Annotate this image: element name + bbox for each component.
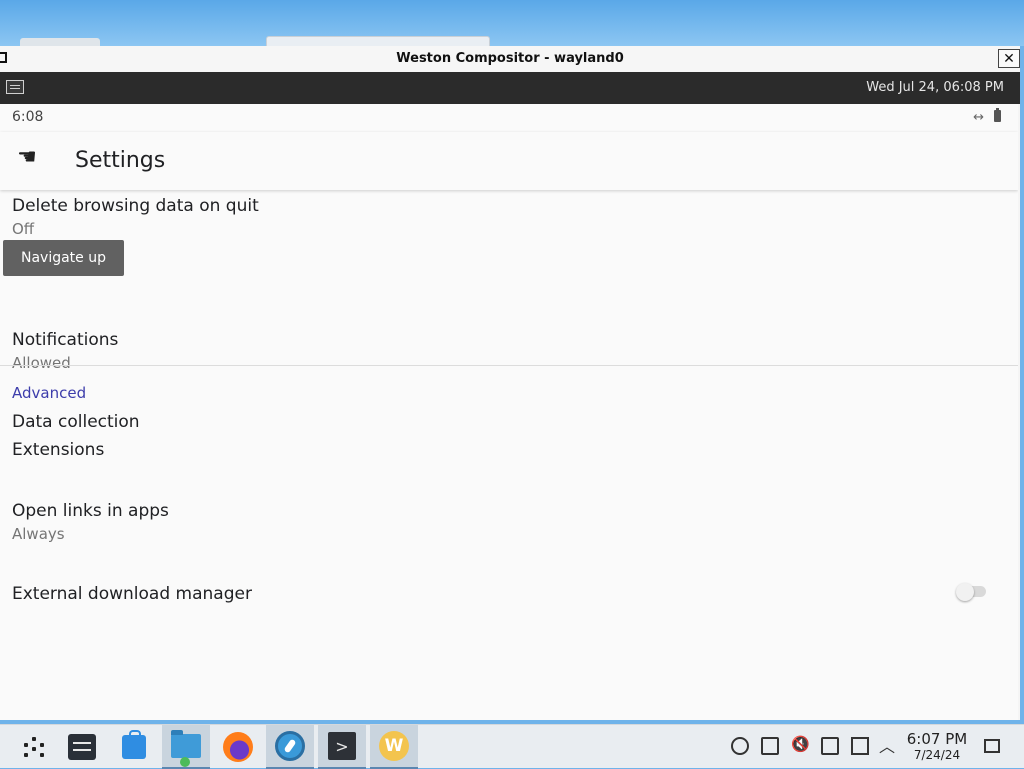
- setting-external-download-manager[interactable]: External download manager: [0, 584, 1018, 624]
- vault-tray-icon[interactable]: [731, 737, 749, 755]
- section-divider: [0, 365, 1018, 366]
- navigate-up-button[interactable]: ☚: [4, 134, 50, 180]
- android-status-bar: 6:08 ↔: [0, 104, 1018, 132]
- advanced-section-header: Advanced: [12, 384, 87, 402]
- new-item-badge-icon: [180, 757, 190, 767]
- disk-tray-icon[interactable]: [821, 737, 839, 755]
- show-desktop-icon[interactable]: [984, 739, 1000, 753]
- system-settings-icon[interactable]: [58, 725, 106, 769]
- setting-subtitle: Off: [12, 220, 35, 238]
- window-title: Weston Compositor - wayland0: [396, 51, 624, 66]
- weston-panel: Wed Jul 24, 06:08 PM: [0, 72, 1020, 104]
- toggle-thumb: [956, 583, 974, 601]
- volume-muted-icon[interactable]: 🔇: [791, 735, 810, 753]
- desktop-background: [0, 0, 1024, 47]
- external-download-manager-toggle[interactable]: [956, 583, 986, 601]
- taskbar-date[interactable]: 7/24/24: [900, 748, 974, 762]
- setting-title: Data collection: [12, 412, 140, 432]
- setting-title: Delete browsing data on quit: [12, 196, 259, 216]
- android-screen: 6:08 ↔ ☚ Settings Navigate up Delete bro…: [0, 104, 1018, 720]
- taskbar-time[interactable]: 6:07 PM: [900, 730, 974, 748]
- taskbar: > W 🔇 ︿ 6:07 PM 7/24/24: [0, 724, 1024, 769]
- setting-subtitle: Always: [12, 525, 65, 543]
- setting-open-links-in-apps[interactable]: Open links in apps Always: [0, 501, 1018, 556]
- setting-extensions[interactable]: Extensions: [0, 440, 1018, 490]
- page-title: Settings: [75, 148, 166, 173]
- waydroid-icon[interactable]: W: [370, 725, 418, 769]
- setting-notifications[interactable]: Notifications Allowed: [0, 330, 1018, 390]
- shortwave-icon[interactable]: [266, 725, 314, 769]
- weston-window: Weston Compositor - wayland0 ✕ Wed Jul 2…: [0, 46, 1020, 720]
- battery-icon: [994, 108, 1001, 122]
- discover-store-icon[interactable]: [110, 725, 158, 769]
- status-time: 6:08: [12, 109, 44, 125]
- konsole-icon[interactable]: >: [318, 725, 366, 769]
- background-window-tab: [20, 38, 100, 46]
- android-nav-bar: [0, 704, 1018, 720]
- app-bar: ☚ Settings: [0, 132, 1018, 190]
- setting-title: External download manager: [12, 584, 252, 604]
- close-button[interactable]: ✕: [998, 49, 1020, 68]
- setting-title: Notifications: [12, 330, 119, 350]
- navigate-up-tooltip: Navigate up: [3, 240, 124, 276]
- setting-title: Extensions: [12, 440, 105, 460]
- network-tray-icon[interactable]: [851, 737, 869, 755]
- terminal-launcher-icon[interactable]: [6, 80, 24, 94]
- chevron-up-icon[interactable]: ︿: [879, 733, 897, 756]
- setting-subtitle: Allowed: [12, 354, 71, 372]
- firefox-icon[interactable]: [214, 725, 262, 769]
- app-launcher-icon[interactable]: [10, 725, 58, 769]
- sync-arrows-icon: ↔: [973, 110, 984, 125]
- clipboard-tray-icon[interactable]: [761, 737, 779, 755]
- window-titlebar[interactable]: Weston Compositor - wayland0 ✕: [0, 46, 1020, 72]
- setting-title: Open links in apps: [12, 501, 169, 521]
- weston-clock: Wed Jul 24, 06:08 PM: [866, 80, 1004, 95]
